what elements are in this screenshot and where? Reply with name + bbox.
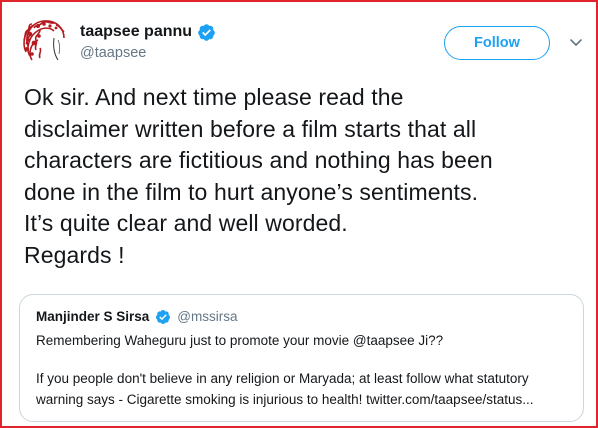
- author-display-name[interactable]: taapsee pannu: [80, 22, 192, 42]
- author-handle[interactable]: @taapsee: [80, 43, 216, 63]
- author-avatar[interactable]: [20, 16, 70, 66]
- quoted-author-name: Manjinder S Sirsa: [36, 309, 150, 324]
- quoted-tweet-line-3: warning says - Cigarette smoking is inju…: [36, 392, 534, 407]
- quoted-tweet-line-2: If you people don't believe in any relig…: [36, 371, 529, 386]
- verified-badge-icon: [156, 310, 171, 324]
- quoted-tweet-header: Manjinder S Sirsa @mssirsa: [36, 308, 567, 326]
- verified-badge-icon: [198, 23, 215, 41]
- tweet-header: taapsee pannu @taapsee Follow: [20, 16, 582, 66]
- follow-button[interactable]: Follow: [444, 26, 550, 60]
- author-names: taapsee pannu @taapsee: [80, 22, 216, 63]
- quoted-author-handle: @mssirsa: [177, 309, 238, 324]
- red-curly-hair-avatar-icon: [20, 16, 70, 66]
- chevron-down-icon[interactable]: [568, 34, 584, 50]
- quoted-tweet[interactable]: Manjinder S Sirsa @mssirsa Remembering W…: [19, 294, 584, 422]
- display-name-row: taapsee pannu: [80, 22, 216, 42]
- tweet-card-frame: taapsee pannu @taapsee Follow Ok sir. An…: [0, 0, 598, 428]
- tweet-text: Ok sir. And next time please read the di…: [24, 84, 493, 268]
- quoted-tweet-line-1: Remembering Waheguru just to promote you…: [36, 333, 444, 348]
